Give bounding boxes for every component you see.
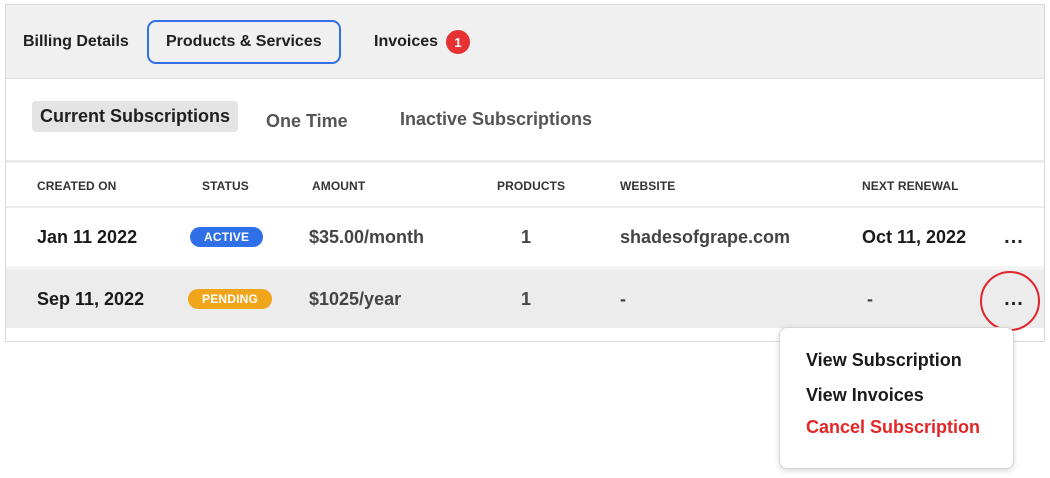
header-next-renewal: NEXT RENEWAL	[862, 179, 959, 193]
cell-website: shadesofgrape.com	[620, 226, 791, 247]
menu-item-view-subscription[interactable]: View Subscription	[806, 350, 962, 371]
menu-item-cancel-subscription[interactable]: Cancel Subscription	[806, 417, 980, 438]
tab-billing-details[interactable]: Billing Details	[23, 5, 129, 79]
status-badge: PENDING	[188, 289, 273, 309]
cell-status: PENDING	[188, 270, 273, 328]
more-icon: ...	[1004, 225, 1024, 248]
cell-created-on: Jan 11 2022	[37, 226, 138, 247]
subscriptions-panel: Billing Details Products & Services Invo…	[5, 4, 1045, 342]
tab-invoices[interactable]: Invoices 1	[374, 5, 471, 79]
subtab-inactive-subscriptions[interactable]: Inactive Subscriptions	[400, 109, 592, 130]
cell-amount: $35.00/month	[309, 226, 425, 247]
menu-item-view-invoices[interactable]: View Invoices	[806, 385, 924, 406]
row-actions-menu: View Subscription View Invoices Cancel S…	[779, 327, 1014, 469]
subtab-current-subscriptions[interactable]: Current Subscriptions	[32, 101, 239, 132]
header-status: STATUS	[202, 179, 249, 193]
subtab-one-time[interactable]: One Time	[266, 111, 348, 132]
cell-next-renewal: -	[867, 288, 873, 309]
header-amount: AMOUNT	[312, 179, 366, 193]
cell-amount: $1025/year	[309, 288, 402, 309]
tab-products-services[interactable]: Products & Services	[147, 20, 341, 64]
cell-products: 1	[521, 226, 532, 247]
tab-billing-details-label: Billing Details	[23, 33, 129, 50]
cell-next-renewal: Oct 11, 2022	[862, 226, 967, 247]
table-row: Sep 11, 2022 PENDING $1025/year 1 - - ..…	[6, 270, 1044, 328]
header-created-on: CREATED ON	[37, 179, 117, 193]
highlight-ring	[980, 271, 1040, 331]
cell-website: -	[620, 288, 626, 309]
tab-invoices-label: Invoices	[374, 33, 439, 50]
divider	[6, 160, 1044, 163]
status-badge: ACTIVE	[190, 227, 264, 247]
row-menu-button[interactable]: ...	[999, 208, 1029, 266]
table-row: Jan 11 2022 ACTIVE $35.00/month 1 shades…	[6, 208, 1044, 266]
top-tab-bar: Billing Details Products & Services Invo…	[6, 5, 1044, 79]
cell-status: ACTIVE	[190, 208, 264, 266]
cell-created-on: Sep 11, 2022	[37, 288, 145, 309]
cell-products: 1	[521, 288, 532, 309]
header-products: PRODUCTS	[497, 179, 566, 193]
tab-products-services-label: Products & Services	[166, 33, 322, 50]
header-website: WEBSITE	[620, 179, 676, 193]
invoices-count-badge: 1	[446, 30, 471, 54]
